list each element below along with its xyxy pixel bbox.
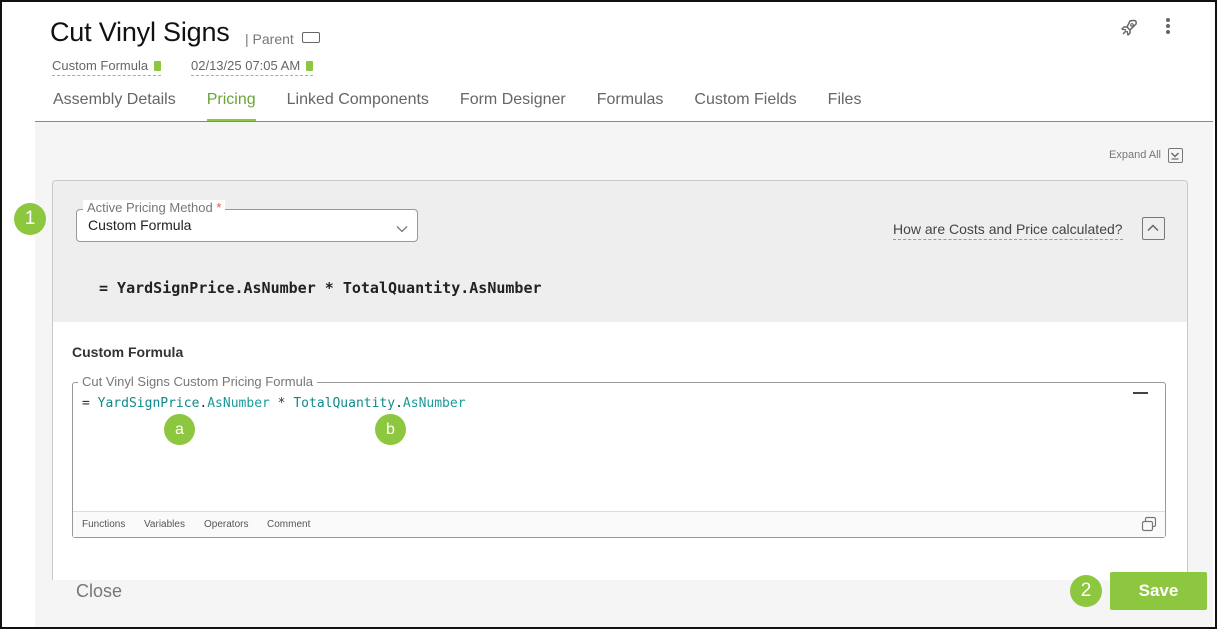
callout-badge-a: a [164, 414, 195, 445]
code-variable-totalquantity: TotalQuantity [293, 396, 396, 411]
chevron-down-icon [396, 220, 408, 238]
document-icon [154, 61, 162, 71]
timestamp-text: 02/13/25 07:05 AM [191, 58, 301, 73]
code-dot: . [395, 396, 403, 411]
code-property-asnumber: AsNumber [402, 396, 466, 411]
chevron-down-icon[interactable] [1168, 148, 1183, 163]
tab-custom-fields[interactable]: Custom Fields [694, 91, 796, 121]
popout-icon[interactable] [1141, 516, 1157, 532]
callout-badge-1: 1 [14, 203, 46, 235]
formula-editor-label: Cut Vinyl Signs Custom Pricing Formula [78, 374, 317, 389]
rectangle-icon[interactable] [302, 32, 320, 43]
timestamp-meta[interactable]: 02/13/25 07:05 AM [191, 58, 314, 76]
minimize-icon[interactable] [1133, 392, 1148, 394]
pricing-method-meta-text: Custom Formula [52, 58, 149, 73]
chevron-up-icon[interactable] [1142, 217, 1165, 240]
tab-pricing[interactable]: Pricing [206, 91, 256, 121]
how-costs-calculated-link[interactable]: How are Costs and Price calculated? [893, 221, 1123, 240]
kebab-menu-icon[interactable] [1162, 18, 1174, 38]
functions-button[interactable]: Functions [82, 519, 125, 530]
pricing-method-meta[interactable]: Custom Formula [52, 58, 162, 76]
tab-assembly-details[interactable]: Assembly Details [53, 91, 176, 121]
custom-formula-title: Custom Formula [72, 344, 184, 360]
active-pricing-method-label: Active Pricing Method * [83, 200, 226, 215]
code-equals: = [82, 396, 98, 411]
comment-button[interactable]: Comment [267, 519, 310, 530]
code-property-asnumber: AsNumber [207, 396, 270, 411]
page-title: Cut Vinyl Signs [50, 17, 230, 47]
tab-form-designer[interactable]: Form Designer [460, 91, 566, 121]
active-pricing-method-label-text: Active Pricing Method [87, 200, 213, 215]
calendar-check-icon [306, 61, 314, 71]
required-marker: * [216, 200, 222, 215]
code-operator: * [269, 396, 294, 411]
expand-all-link[interactable]: Expand All [1109, 149, 1161, 161]
close-button[interactable]: Close [76, 581, 122, 602]
variables-button[interactable]: Variables [144, 519, 185, 530]
tab-linked-components[interactable]: Linked Components [287, 91, 429, 121]
formula-summary: = YardSignPrice.AsNumber * TotalQuantity… [99, 279, 542, 297]
tab-formulas[interactable]: Formulas [597, 91, 664, 121]
callout-badge-2: 2 [1070, 575, 1102, 607]
rocket-icon[interactable] [1119, 18, 1139, 38]
save-button[interactable]: Save [1110, 572, 1207, 610]
tab-bar: Assembly Details Pricing Linked Componen… [53, 91, 892, 121]
callout-badge-b: b [375, 414, 406, 445]
active-pricing-method-value: Custom Formula [88, 217, 192, 233]
parent-label: | Parent [245, 31, 294, 47]
operators-button[interactable]: Operators [204, 519, 248, 530]
tab-files[interactable]: Files [828, 91, 862, 121]
formula-editor-code[interactable]: = YardSignPrice.AsNumber * TotalQuantity… [82, 396, 466, 411]
code-variable-yardsignprice: YardSignPrice [97, 396, 200, 411]
